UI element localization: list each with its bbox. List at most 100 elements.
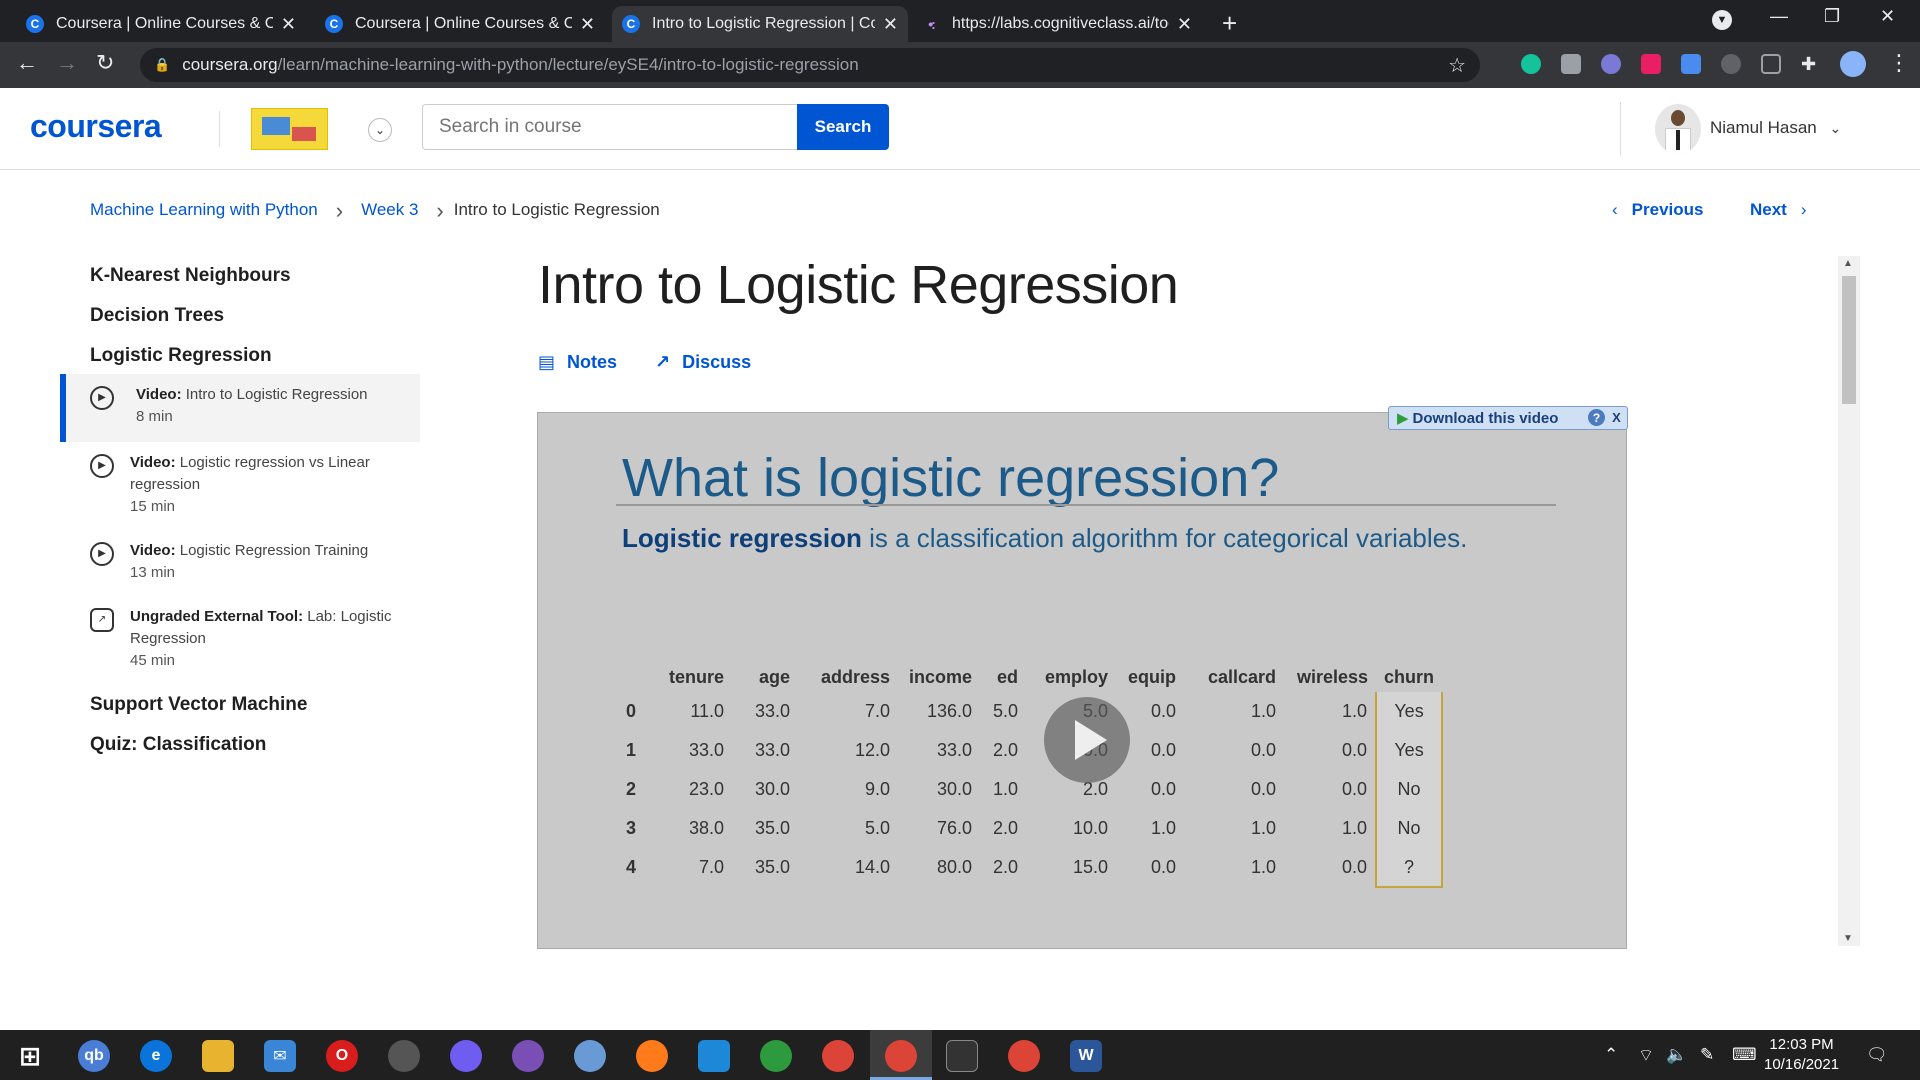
table-row: 1 33.0 33.0 12.0 33.0 2.0 0.0 0.0 0.0 0.… (616, 731, 1444, 770)
browser-tab[interactable]: C Coursera | Online Courses & Cred ✕ (16, 6, 306, 42)
chevron-up-icon[interactable]: ⌃ (1604, 1045, 1618, 1065)
chrome-icon[interactable] (822, 1040, 854, 1072)
extension-icon[interactable] (1601, 54, 1621, 74)
file-explorer-icon[interactable] (202, 1040, 234, 1072)
coursera-logo[interactable]: coursera (30, 108, 162, 145)
user-menu[interactable]: Niamul Hasan ⌄ (1710, 118, 1841, 138)
download-extension-icon[interactable] (1681, 54, 1701, 74)
keyboard-icon[interactable]: ⌨ (1732, 1045, 1757, 1065)
play-extension-icon[interactable] (1641, 54, 1661, 74)
table-cell: 1.0 (992, 779, 1019, 799)
firefox-icon[interactable] (636, 1040, 668, 1072)
chevron-down-icon[interactable]: ⌄ (368, 118, 392, 142)
video-player[interactable]: What is logistic regression? Logistic re… (537, 412, 1627, 949)
notes-button[interactable]: ▤ Notes (538, 352, 617, 373)
back-icon[interactable]: ← (16, 50, 38, 76)
pen-extension-icon[interactable] (1761, 54, 1781, 74)
notification-icon[interactable]: 🗨 (1866, 1045, 1888, 1065)
previous-button[interactable]: ‹ Previous (1612, 200, 1703, 220)
chrome-menu-icon[interactable]: ⋮ (1888, 50, 1910, 76)
globe-app-icon[interactable] (760, 1040, 792, 1072)
next-button[interactable]: Next › (1750, 200, 1807, 220)
download-video-bar[interactable]: ▶ Download this video ? X (1388, 406, 1628, 430)
sidebar-item-lab-logistic-regression[interactable]: ↗ Ungraded External Tool: Lab: Logistic … (60, 596, 420, 686)
puzzle-extensions-icon[interactable]: ✚ (1801, 54, 1821, 74)
reload-icon[interactable]: ↻ (96, 50, 114, 76)
scroll-thumb[interactable] (1842, 276, 1856, 404)
lock-icon: 🔒 (154, 57, 171, 72)
breadcrumb-course[interactable]: Machine Learning with Python (90, 200, 318, 220)
sidebar-item-logistic-training[interactable]: ▶ Video: Logistic Regression Training 13… (60, 530, 420, 598)
search-button[interactable]: Search (797, 104, 889, 150)
scroll-down-icon[interactable]: ▼ (1843, 933, 1853, 944)
windows-start-icon[interactable]: ⊞ (14, 1040, 46, 1072)
edge-icon[interactable]: e (140, 1040, 172, 1072)
new-tab-icon[interactable]: + (1222, 8, 1237, 39)
app-icon[interactable] (574, 1040, 606, 1072)
minimize-icon[interactable]: — (1770, 6, 1788, 27)
forward-icon[interactable]: → (56, 50, 78, 76)
avatar[interactable] (1655, 104, 1701, 154)
table-cell: 1 (626, 740, 637, 760)
partner-logo[interactable] (251, 108, 328, 150)
item-title: Logistic Regression Training (179, 542, 369, 559)
column-header: equip (1128, 667, 1177, 687)
wifi-icon[interactable]: ⌔ (1638, 1045, 1654, 1066)
pen-icon[interactable]: ✎ (1700, 1045, 1714, 1065)
sidebar-item-intro-logistic-regression[interactable]: ▶ Video: Intro to Logistic Regression 8 … (60, 374, 420, 442)
breadcrumb-week[interactable]: Week 3 (361, 200, 418, 220)
play-icon: ▶ (90, 386, 114, 410)
table-cell: 3 (626, 818, 637, 838)
help-icon[interactable]: ? (1588, 409, 1605, 426)
github-icon[interactable] (512, 1040, 544, 1072)
opera-icon[interactable]: O (326, 1040, 358, 1072)
column-header: ed (997, 667, 1019, 687)
taskbar-clock[interactable]: 12:03 PM 10/16/2021 (1764, 1035, 1839, 1075)
table-row: 0 11.0 33.0 7.0 136.0 5.0 5.0 0.0 1.0 1.… (616, 692, 1444, 731)
tab-title: Intro to Logistic Regression | Cou (652, 15, 875, 32)
terminal-icon[interactable] (946, 1040, 978, 1072)
sidebar-section-decision-trees[interactable]: Decision Trees (90, 305, 224, 327)
satellite-app-icon[interactable] (388, 1040, 420, 1072)
browser-tab[interactable]: •: https://labs.cognitiveclass.ai/tool ✕ (912, 6, 1202, 42)
play-button[interactable] (1044, 697, 1130, 783)
vscode-icon[interactable] (698, 1040, 730, 1072)
close-tab-icon[interactable]: ✕ (883, 14, 898, 35)
profile-avatar-icon[interactable] (1840, 51, 1866, 77)
close-tab-icon[interactable]: ✕ (281, 14, 296, 35)
page-scrollbar[interactable]: ▲ ▼ (1838, 256, 1860, 946)
extension-icon[interactable] (1721, 54, 1741, 74)
messenger-icon[interactable] (450, 1040, 482, 1072)
chrome-icon[interactable] (885, 1040, 917, 1072)
sidebar-section-quiz[interactable]: Quiz: Classification (90, 734, 266, 756)
sidebar-section-logistic-regression[interactable]: Logistic Regression (90, 345, 272, 367)
volume-icon[interactable]: 🔈 (1666, 1045, 1687, 1065)
scroll-up-icon[interactable]: ▲ (1843, 258, 1853, 269)
chrome-icon[interactable] (1008, 1040, 1040, 1072)
table-cell: 33.0 (754, 701, 791, 721)
address-bar[interactable]: 🔒 coursera.org /learn/machine-learning-w… (140, 48, 1480, 82)
qb-app-icon[interactable]: qb (78, 1040, 110, 1072)
sidebar-section-knn[interactable]: K-Nearest Neighbours (90, 265, 291, 287)
grammarly-extension-icon[interactable] (1521, 54, 1541, 74)
bookmark-star-icon[interactable]: ☆ (1448, 53, 1466, 78)
close-icon[interactable]: X (1608, 409, 1625, 426)
browser-tab-active[interactable]: C Intro to Logistic Regression | Cou ✕ (612, 6, 908, 42)
mail-icon[interactable]: ✉ (264, 1040, 296, 1072)
table-cell: 12.0 (854, 740, 891, 760)
restore-icon[interactable]: ❐ (1824, 6, 1840, 27)
discuss-button[interactable]: ↗ Discuss (655, 352, 751, 373)
close-tab-icon[interactable]: ✕ (1177, 14, 1192, 35)
search-input[interactable] (422, 104, 798, 150)
close-tab-icon[interactable]: ✕ (580, 14, 595, 35)
camera-extension-icon[interactable] (1561, 54, 1581, 74)
word-icon[interactable]: W (1070, 1040, 1102, 1072)
table-cell: 2 (626, 779, 637, 799)
tab-search-icon[interactable]: ▼ (1712, 10, 1732, 30)
close-window-icon[interactable]: ✕ (1880, 6, 1895, 27)
sidebar-section-svm[interactable]: Support Vector Machine (90, 694, 307, 716)
browser-tab[interactable]: C Coursera | Online Courses & Cred ✕ (315, 6, 605, 42)
sidebar-item-logistic-vs-linear[interactable]: ▶ Video: Logistic regression vs Linear r… (60, 442, 420, 532)
tab-title: https://labs.cognitiveclass.ai/tool (952, 15, 1169, 32)
item-type: Video: (130, 454, 176, 471)
